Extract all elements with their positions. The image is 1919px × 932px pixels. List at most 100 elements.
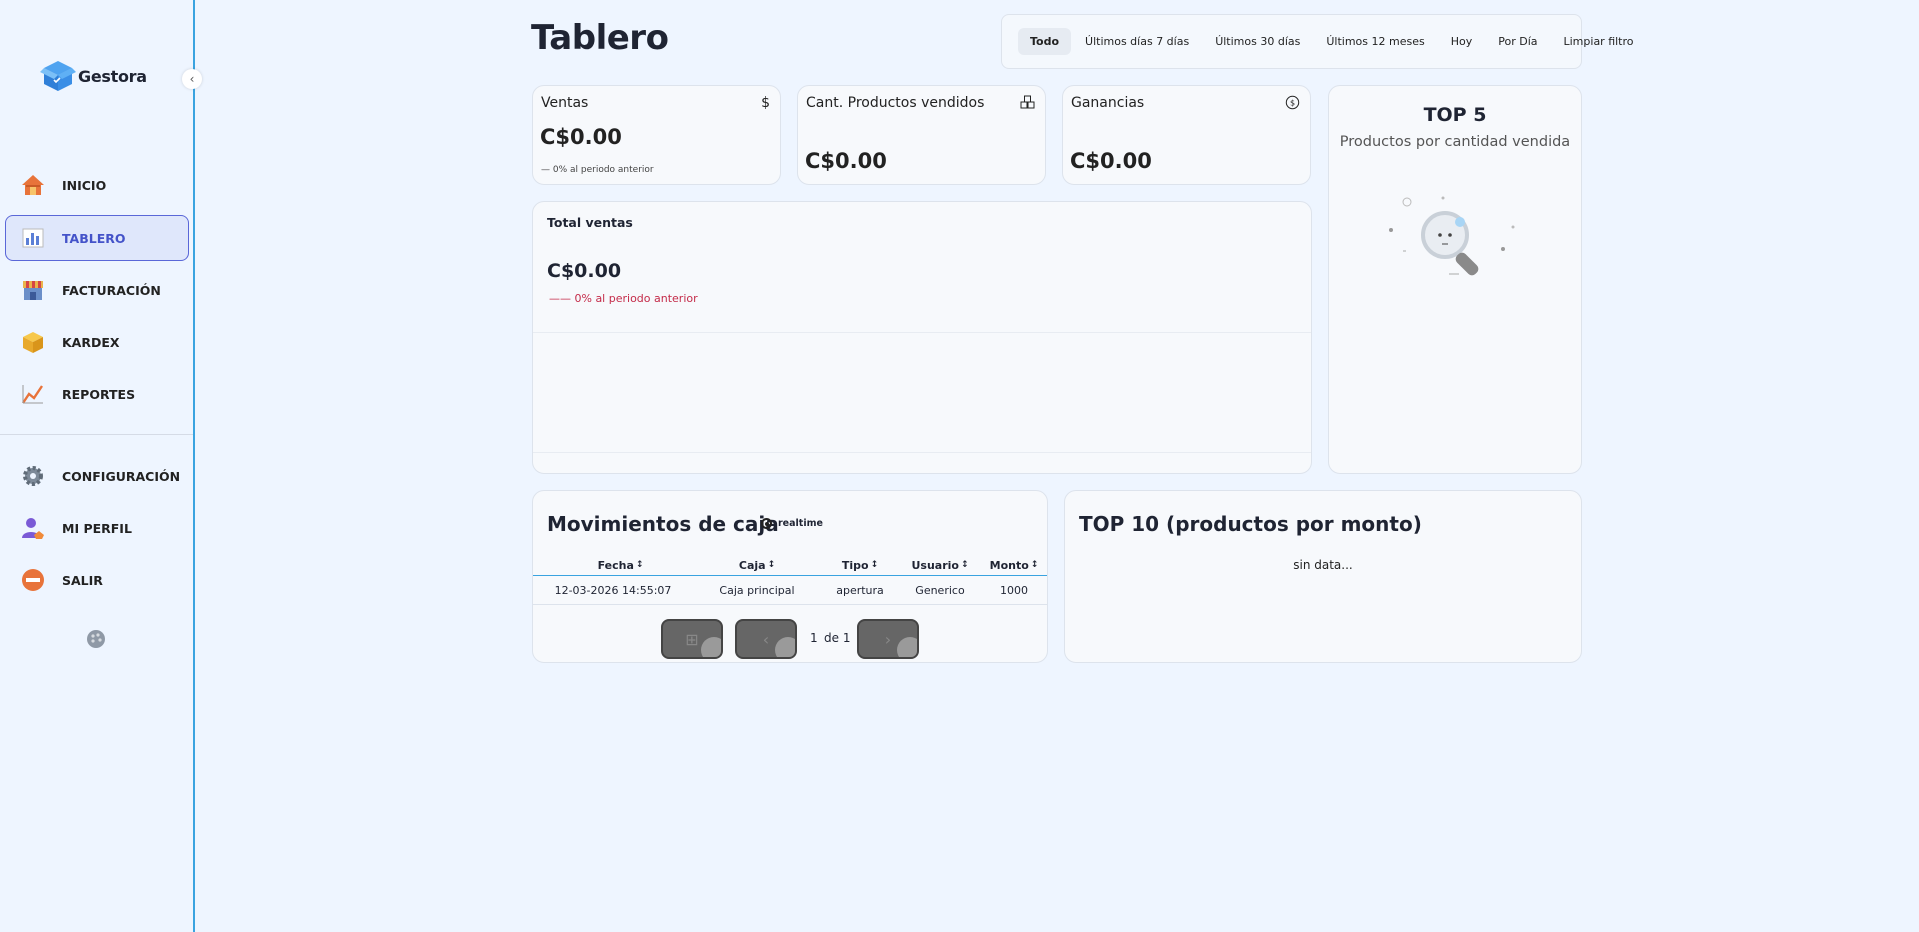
line-chart-icon bbox=[20, 381, 46, 407]
box-icon bbox=[20, 329, 46, 355]
column-header-monto[interactable]: Monto ↕ bbox=[981, 555, 1047, 575]
svg-text:$: $ bbox=[1290, 99, 1295, 108]
cell-monto: 1000 bbox=[1000, 584, 1028, 597]
sidebar-item-configuracion[interactable]: CONFIGURACIÓN bbox=[5, 453, 189, 499]
total-ventas-value: C$0.00 bbox=[547, 260, 622, 282]
realtime-indicator: realtime bbox=[761, 518, 823, 529]
coin-cycle-icon: $ bbox=[1285, 95, 1300, 114]
stat-card-ganancias: Ganancias $ C$0.00 bbox=[1062, 85, 1311, 185]
movimientos-card: Movimientos de caja realtime Fecha ↕ Caja… bbox=[532, 490, 1048, 663]
sort-icon: ↕ bbox=[1030, 560, 1039, 570]
house-icon bbox=[20, 172, 46, 198]
first-page-button[interactable]: ⊞ bbox=[661, 619, 723, 659]
filter-last-30-days[interactable]: Últimos 30 días bbox=[1203, 28, 1312, 55]
column-header-tipo[interactable]: Tipo ↕ bbox=[823, 555, 897, 575]
user-icon bbox=[20, 515, 46, 541]
table-header: Fecha ↕ Caja ↕ Tipo ↕ Usuario ↕ Monto ↕ bbox=[533, 555, 1047, 576]
page-title: Tablero bbox=[531, 18, 669, 58]
cell-caja: Caja principal bbox=[719, 584, 795, 597]
date-filter-bar: Todo Últimos días 7 días Últimos 30 días… bbox=[1001, 14, 1634, 69]
sidebar-item-tablero[interactable]: TABLERO bbox=[5, 215, 189, 261]
table-row[interactable]: 12-03-2026 14:55:07 Caja principal apert… bbox=[533, 577, 1047, 605]
sidebar-item-mi-perfil[interactable]: MI PERFIL bbox=[5, 505, 189, 551]
realtime-label: realtime bbox=[778, 518, 823, 529]
chart-gridline bbox=[533, 452, 1311, 453]
sidebar-item-label: REPORTES bbox=[62, 386, 136, 402]
current-page: 1 bbox=[810, 631, 818, 645]
sidebar-item-kardex[interactable]: KARDEX bbox=[5, 319, 189, 365]
filter-last-12-months[interactable]: Últimos 12 meses bbox=[1314, 28, 1436, 55]
dollar-icon: $ bbox=[761, 95, 770, 111]
grid-icon: ⊞ bbox=[685, 629, 699, 649]
brand-name: Gestora bbox=[78, 66, 147, 86]
magnifier-empty-icon bbox=[1389, 196, 1515, 276]
stat-value: C$0.00 bbox=[540, 125, 622, 149]
prev-page-button[interactable]: ‹ bbox=[735, 619, 797, 659]
top5-subtitle: Productos por cantidad vendida bbox=[1339, 134, 1571, 150]
sidebar-item-label: MI PERFIL bbox=[62, 520, 132, 536]
cell-usuario: Generico bbox=[915, 584, 965, 597]
sidebar-item-label: CONFIGURACIÓN bbox=[62, 468, 181, 484]
sidebar-item-facturacion[interactable]: FACTURACIÓN bbox=[5, 267, 189, 313]
filter-today[interactable]: Hoy bbox=[1439, 28, 1485, 55]
sidebar-item-reportes[interactable]: REPORTES bbox=[5, 371, 189, 417]
total-ventas-card: Total ventas C$0.00 —— 0% al periodo ant… bbox=[532, 201, 1312, 474]
column-header-caja[interactable]: Caja ↕ bbox=[699, 555, 815, 575]
total-ventas-label: Total ventas bbox=[547, 215, 633, 230]
radio-dot-icon bbox=[761, 518, 772, 529]
stat-card-ventas: Ventas $ C$0.00 — 0% al periodo anterior bbox=[532, 85, 781, 185]
stat-value: C$0.00 bbox=[805, 149, 887, 173]
top10-title: TOP 10 (productos por monto) bbox=[1079, 512, 1422, 536]
movimientos-title: Movimientos de caja bbox=[547, 512, 779, 536]
sidebar-item-label: TABLERO bbox=[62, 230, 126, 246]
sidebar-item-label: SALIR bbox=[62, 572, 103, 588]
stat-label: Ventas bbox=[541, 95, 589, 111]
sidebar-item-label: KARDEX bbox=[62, 334, 120, 350]
cell-fecha: 12-03-2026 14:55:07 bbox=[554, 584, 672, 597]
sort-icon: ↕ bbox=[635, 560, 644, 570]
sidebar-item-inicio[interactable]: INICIO bbox=[5, 162, 189, 208]
sidebar-item-label: INICIO bbox=[62, 177, 107, 193]
clear-filter-button[interactable]: Limpiar filtro bbox=[1552, 28, 1646, 55]
sort-icon: ↕ bbox=[767, 560, 776, 570]
collapse-sidebar-button[interactable]: ‹ bbox=[182, 69, 202, 89]
exit-icon bbox=[20, 567, 46, 593]
boxes-icon bbox=[1020, 95, 1035, 114]
stat-label: Ganancias bbox=[1071, 95, 1145, 111]
palette-icon bbox=[88, 631, 104, 647]
top5-title: TOP 5 bbox=[1423, 104, 1487, 126]
column-header-fecha[interactable]: Fecha ↕ bbox=[558, 555, 683, 575]
empty-state-text: sin data... bbox=[1293, 558, 1353, 572]
stat-card-productos: Cant. Productos vendidos C$0.00 bbox=[797, 85, 1046, 185]
chevron-left-icon: ‹ bbox=[189, 72, 195, 86]
bar-chart-icon bbox=[20, 225, 46, 251]
cell-tipo: apertura bbox=[836, 584, 884, 597]
brand[interactable]: Gestora bbox=[40, 58, 147, 94]
sort-icon: ↕ bbox=[870, 560, 879, 570]
sidebar-item-label: FACTURACIÓN bbox=[62, 282, 161, 298]
stat-value: C$0.00 bbox=[1070, 149, 1152, 173]
filter-last-7-days[interactable]: Últimos días 7 días bbox=[1073, 28, 1201, 55]
store-icon bbox=[20, 277, 46, 303]
column-header-usuario[interactable]: Usuario ↕ bbox=[903, 555, 977, 575]
total-ventas-delta: —— 0% al periodo anterior bbox=[549, 292, 698, 305]
sort-icon: ↕ bbox=[960, 560, 969, 570]
page-total: de 1 bbox=[824, 631, 851, 645]
stat-label: Cant. Productos vendidos bbox=[806, 95, 985, 111]
theme-toggle[interactable] bbox=[87, 630, 105, 648]
stat-delta: — 0% al periodo anterior bbox=[541, 165, 654, 175]
sidebar-item-salir[interactable]: SALIR bbox=[5, 557, 189, 603]
filter-todo[interactable]: Todo bbox=[1018, 28, 1072, 55]
top10-card: TOP 10 (productos por monto) sin data... bbox=[1064, 490, 1582, 663]
next-page-button[interactable]: › bbox=[857, 619, 919, 659]
chart-gridline bbox=[533, 332, 1311, 333]
chevron-right-icon: › bbox=[884, 629, 892, 649]
filter-by-day[interactable]: Por Día bbox=[1486, 28, 1549, 55]
sidebar: Gestora ‹ INICIO TABLERO FACTURACIÓN KAR… bbox=[0, 0, 202, 932]
chevron-left-icon: ‹ bbox=[762, 629, 770, 649]
sidebar-divider bbox=[0, 434, 193, 435]
box-logo-icon bbox=[40, 61, 76, 91]
top5-card: TOP 5 Productos por cantidad vendida bbox=[1328, 85, 1582, 474]
pagination: ⊞ ‹ 1 de 1 › bbox=[533, 619, 1047, 659]
gear-icon bbox=[20, 463, 46, 489]
